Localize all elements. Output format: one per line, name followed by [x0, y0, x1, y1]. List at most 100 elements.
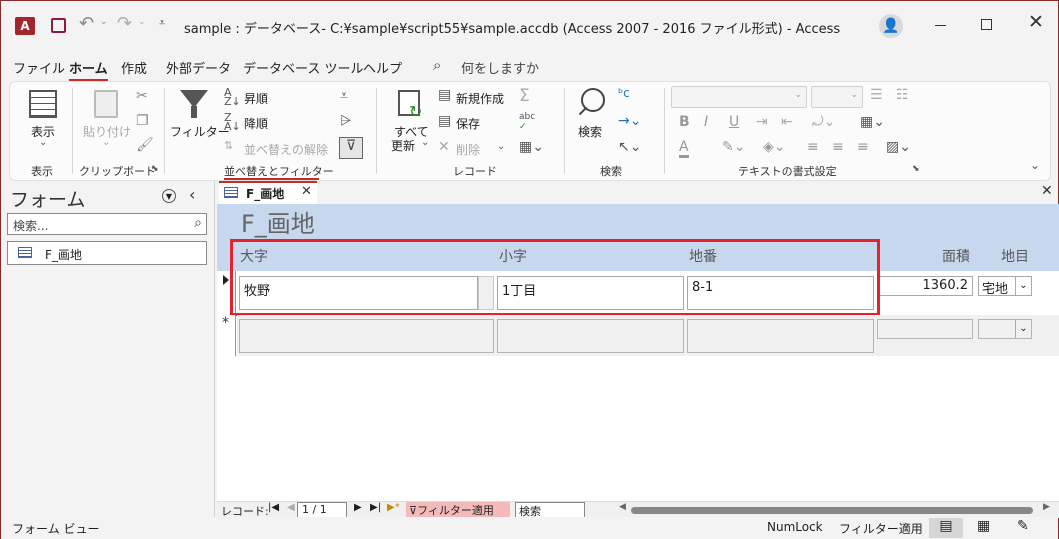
maximize-button[interactable]: [981, 19, 992, 30]
save-record-button[interactable]: 保存: [456, 115, 480, 132]
tab-database-tools[interactable]: データベース ツール: [243, 58, 363, 77]
nav-search-icon: ⌕: [194, 215, 202, 231]
font-size-combo[interactable]: ⌄: [811, 86, 863, 108]
totals-icon[interactable]: Σ: [519, 86, 530, 106]
gridlines-icon[interactable]: ▦⌄: [860, 114, 885, 130]
clipboard-launcher-icon[interactable]: ⬊: [151, 164, 159, 174]
nav-item-form[interactable]: F_画地: [7, 241, 207, 265]
nav-search-input[interactable]: 検索... ⌕: [7, 213, 207, 235]
redo-dropdown-icon[interactable]: ⌄: [138, 17, 146, 27]
filter-button[interactable]: フィルター: [170, 123, 230, 140]
new-record-nav-button[interactable]: ▶*: [387, 502, 400, 513]
nav-pane-menu-icon[interactable]: ▼: [162, 189, 176, 203]
chimoku-dropdown-icon[interactable]: ⌄: [1015, 277, 1031, 295]
tell-me-search[interactable]: 何をしますか: [461, 58, 539, 77]
layout-view-button[interactable]: ▦: [977, 518, 990, 534]
toggle-filter-button[interactable]: ⊽: [339, 137, 363, 159]
alternate-row-color-icon[interactable]: ▨⌄: [886, 139, 911, 155]
delete-record-button[interactable]: 削除: [456, 141, 480, 158]
bullets-icon[interactable]: ☰: [870, 87, 883, 103]
align-left-icon[interactable]: ≡: [807, 139, 819, 155]
chimoku-combo[interactable]: 宅地 ⌄: [978, 276, 1032, 297]
undo-icon[interactable]: ↶: [79, 13, 94, 34]
close-button[interactable]: ✕: [1028, 11, 1044, 33]
bold-icon[interactable]: B: [679, 114, 690, 130]
minimize-button[interactable]: [935, 25, 946, 26]
tab-home[interactable]: ホーム: [69, 58, 108, 81]
text-format-group-label: テキストの書式設定: [738, 165, 837, 178]
first-record-button[interactable]: |◀: [268, 502, 279, 513]
new-menseki-field[interactable]: [877, 319, 973, 339]
advanced-filter-icon[interactable]: ⩥: [340, 113, 351, 129]
record-search-input[interactable]: 検索: [515, 502, 585, 518]
replace-icon[interactable]: ᵇc: [618, 86, 630, 100]
last-record-button[interactable]: ▶|: [370, 502, 381, 513]
clear-sort-button[interactable]: 並べ替えの解除: [244, 141, 328, 158]
new-record-button[interactable]: 新規作成: [456, 90, 504, 107]
more-records-icon[interactable]: ▦⌄: [519, 139, 544, 155]
text-format-launcher-icon[interactable]: ⬊: [912, 164, 920, 174]
numbering-icon[interactable]: ☷: [896, 87, 909, 103]
document-tab[interactable]: F_画地 ✕: [219, 181, 317, 204]
font-name-combo[interactable]: ⌄: [671, 86, 807, 108]
spelling-icon[interactable]: abc ✓: [519, 112, 535, 132]
menseki-field[interactable]: 1360.2: [877, 276, 973, 296]
account-avatar-icon[interactable]: 👤: [879, 14, 903, 38]
tab-create[interactable]: 作成: [121, 58, 147, 77]
undo-dropdown-icon[interactable]: ⌄: [100, 17, 108, 27]
paste-dropdown-icon[interactable]: ⌄: [102, 137, 110, 148]
italic-icon[interactable]: I: [704, 114, 708, 130]
align-right-icon[interactable]: ≡: [857, 139, 869, 155]
view-dropdown-icon[interactable]: ⌄: [39, 137, 47, 148]
delete-icon: ✕: [438, 139, 450, 155]
document-tab-label: F_画地: [246, 187, 285, 201]
goto-icon[interactable]: →⌄: [618, 113, 641, 129]
tab-help[interactable]: ヘルプ: [363, 58, 402, 77]
redo-icon[interactable]: ↷: [117, 13, 132, 34]
new-chiban-field[interactable]: [687, 319, 874, 353]
horizontal-scrollbar-thumb[interactable]: [631, 507, 1033, 514]
find-button[interactable]: 検索: [578, 123, 602, 140]
save-icon[interactable]: [51, 18, 66, 33]
design-view-button[interactable]: ✎: [1017, 518, 1029, 534]
fill-color-icon[interactable]: ◈⌄: [763, 139, 786, 155]
chimoku-value: 宅地: [982, 282, 1009, 297]
highlight-icon[interactable]: ✎⌄: [722, 139, 745, 155]
align-center-icon[interactable]: ≡: [832, 139, 844, 155]
delete-dropdown-icon[interactable]: ⌄: [497, 141, 505, 152]
select-icon[interactable]: ↖⌄: [618, 139, 641, 155]
indent-increase-icon[interactable]: ⇥: [756, 114, 768, 130]
selection-filter-icon[interactable]: ⩡: [340, 88, 348, 104]
filter-status-button[interactable]: ⊽フィルター適用: [406, 502, 510, 518]
underline-icon[interactable]: U: [729, 114, 739, 130]
close-document-icon[interactable]: ✕: [1041, 183, 1053, 199]
shutter-bar-icon[interactable]: ‹: [189, 185, 195, 204]
tab-external-data[interactable]: 外部データ: [166, 58, 231, 77]
previous-record-button[interactable]: ◀: [287, 502, 295, 513]
paragraph-direction-icon[interactable]: ⤾⌄: [812, 114, 835, 130]
sort-filter-group: フィルター A Z↓ 昇順 Z A↓ 降順 ⇅ 並べ替えの解除 ⩡ ⩥ ⊽ 並べ替え…: [164, 82, 376, 180]
next-record-button[interactable]: ▶: [354, 502, 362, 513]
form-view-button[interactable]: ▤: [929, 518, 963, 538]
customize-qat-icon[interactable]: ⩡: [159, 16, 165, 30]
format-painter-icon[interactable]: 🖌: [136, 137, 154, 153]
hscroll-left-icon[interactable]: ◀: [619, 502, 626, 512]
refresh-dropdown-icon[interactable]: ⌄: [421, 137, 429, 148]
sort-ascending-button[interactable]: 昇順: [244, 90, 268, 107]
copy-icon[interactable]: ❐: [136, 113, 149, 129]
font-color-icon[interactable]: A: [679, 139, 689, 158]
sort-descending-button[interactable]: 降順: [244, 115, 268, 132]
new-chimoku-dropdown-icon[interactable]: ⌄: [1015, 320, 1031, 338]
hscroll-right-icon[interactable]: ▶: [1043, 502, 1050, 512]
new-ooaza-field[interactable]: [239, 319, 494, 353]
collapse-ribbon-icon[interactable]: ⌄: [1030, 158, 1040, 172]
new-chimoku-combo[interactable]: ⌄: [978, 319, 1032, 339]
cut-icon[interactable]: ✂: [136, 88, 148, 104]
close-tab-icon[interactable]: ✕: [301, 184, 312, 199]
find-group: 検索 ᵇc →⌄ ↖⌄ 検索: [564, 82, 664, 180]
new-koaza-field[interactable]: [497, 319, 684, 353]
record-position-input[interactable]: 1 / 1: [297, 502, 347, 518]
tab-file[interactable]: ファイル: [13, 58, 65, 77]
refresh-all-line2[interactable]: 更新: [391, 137, 415, 154]
indent-decrease-icon[interactable]: ⇤: [781, 114, 793, 130]
